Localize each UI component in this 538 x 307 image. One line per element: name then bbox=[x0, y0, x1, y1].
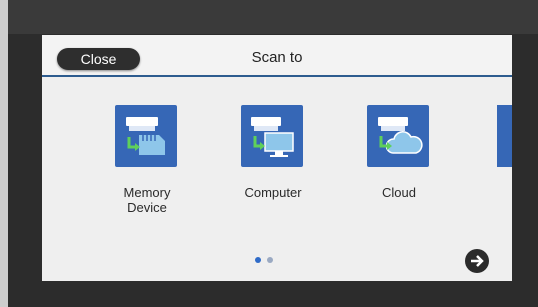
page-dot-active bbox=[255, 257, 261, 263]
tile-computer[interactable]: Computer bbox=[223, 105, 333, 225]
scan-to-screen: Close Scan to Memory Device Computer Clo… bbox=[42, 35, 512, 281]
tile-cloud-label: Cloud bbox=[382, 185, 416, 200]
tile-memory-device-label: Memory Device bbox=[123, 185, 171, 215]
page-title: Scan to bbox=[251, 49, 303, 66]
tile-computer-label: Computer bbox=[244, 185, 302, 200]
tile-memory-device[interactable]: Memory Device bbox=[97, 105, 207, 225]
page-dot-inactive bbox=[267, 257, 273, 263]
memory-device-icon bbox=[115, 105, 177, 167]
close-button[interactable]: Close bbox=[57, 48, 140, 70]
tile-next-partial[interactable] bbox=[497, 105, 512, 167]
destination-tiles: Memory Device Computer Cloud bbox=[42, 105, 512, 225]
cloud-icon bbox=[367, 105, 429, 167]
page-indicator bbox=[255, 257, 295, 265]
header-bar: Close Scan to bbox=[42, 35, 512, 77]
bezel-top-strip bbox=[8, 0, 538, 34]
computer-icon bbox=[241, 105, 303, 167]
next-page-button[interactable] bbox=[465, 249, 489, 273]
tile-cloud[interactable]: Cloud bbox=[349, 105, 459, 225]
arrow-right-icon bbox=[471, 255, 484, 267]
